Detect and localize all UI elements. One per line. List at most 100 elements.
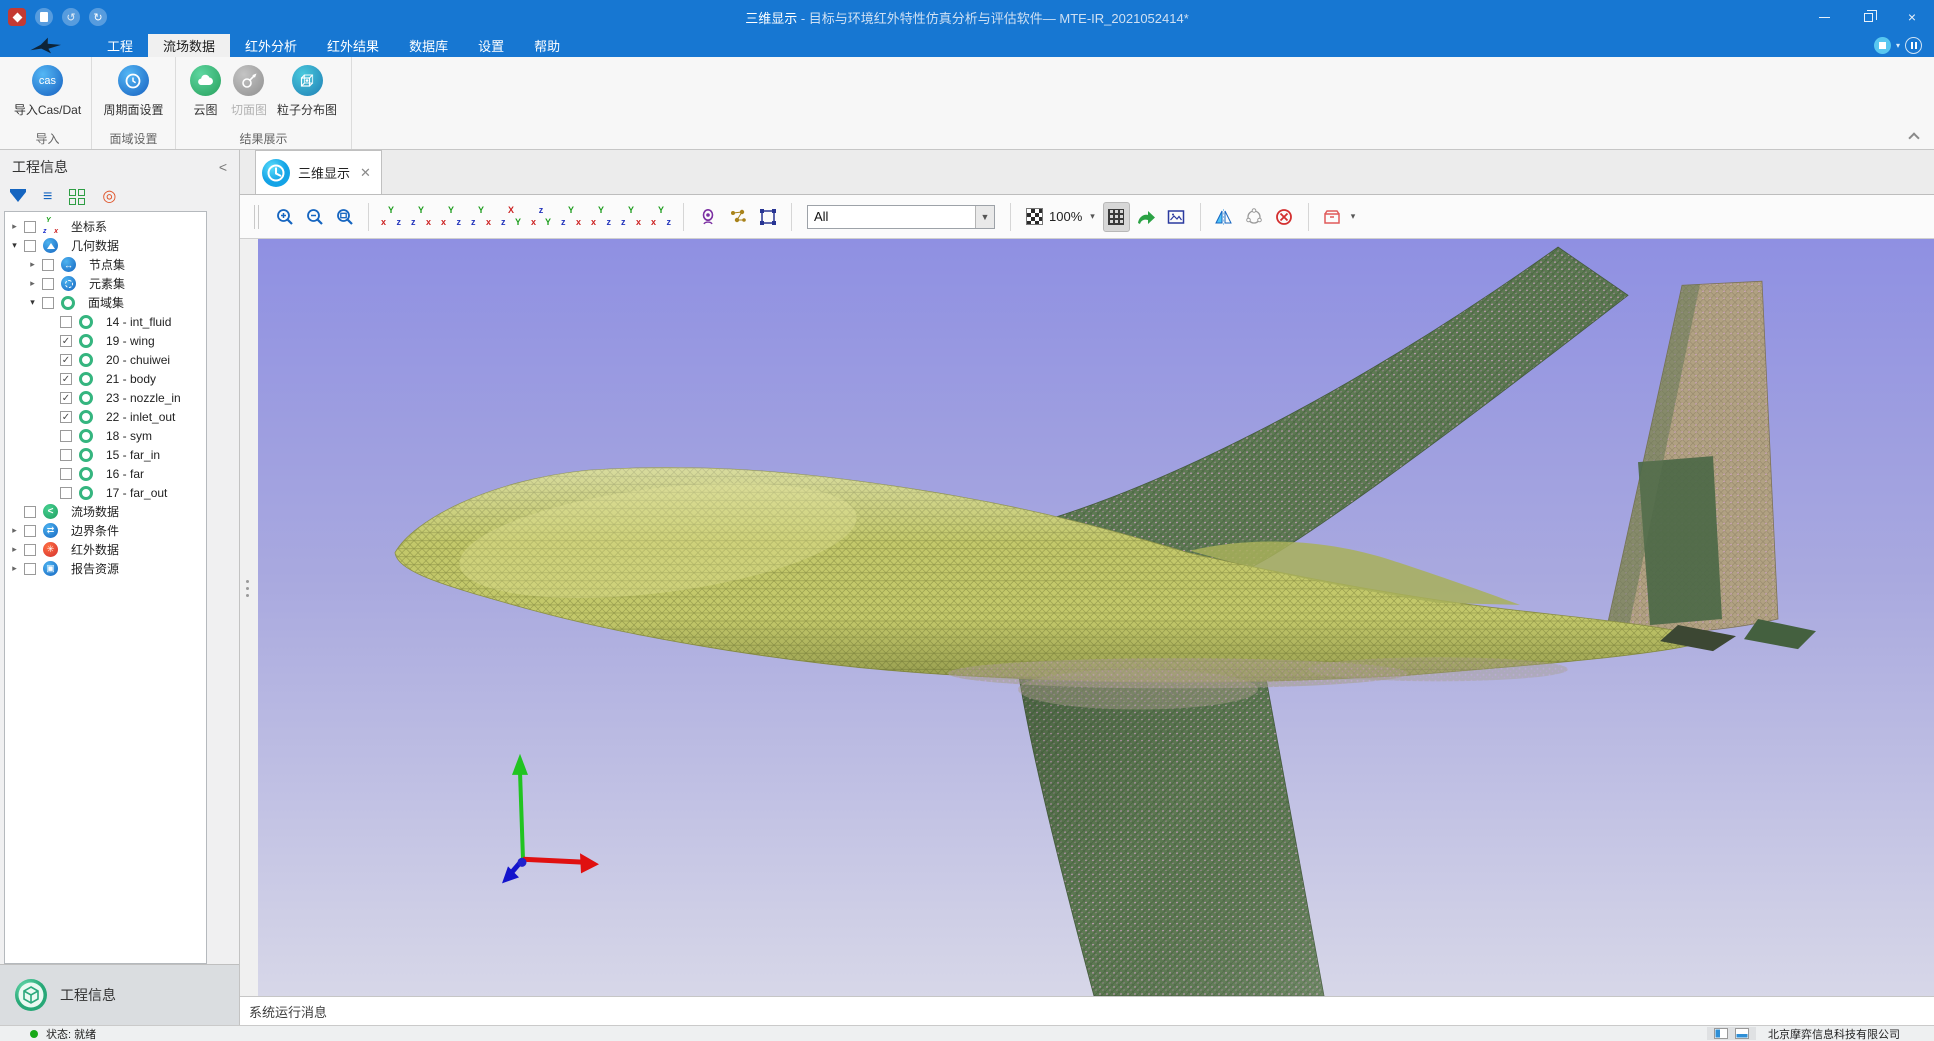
3d-viewport[interactable] [258,239,1934,996]
export-share-icon[interactable] [1133,202,1160,232]
grid-view-icon[interactable] [69,189,85,205]
view-bottom-icon[interactable]: zxY [529,206,553,227]
tree-expander-icon[interactable]: ▾ [9,240,20,251]
bottom-panel-layout-icon[interactable] [1735,1028,1749,1039]
menu-tab-4[interactable]: 数据库 [394,34,463,57]
tab-close-icon[interactable]: ✕ [360,165,371,181]
combo-dropdown-icon[interactable]: ▼ [975,206,994,228]
ring-select-icon[interactable] [1241,202,1268,232]
view-iso-1-icon[interactable]: Yzx [559,206,583,227]
tree-checkbox[interactable] [60,487,72,499]
cancel-icon[interactable] [1271,202,1298,232]
style-dropdown-icon[interactable]: ▾ [1896,41,1900,50]
tree-row[interactable]: 18 - sym [5,426,206,445]
tree-checkbox[interactable]: ✓ [60,411,72,423]
particle-trace-icon[interactable] [724,202,751,232]
snapshot-icon[interactable] [1163,202,1190,232]
close-button[interactable]: × [1890,0,1934,34]
redo-icon[interactable]: ↻ [89,8,107,26]
undo-icon[interactable]: ↺ [62,8,80,26]
tree-checkbox[interactable]: ✓ [60,373,72,385]
tree-row[interactable]: ✓19 - wing [5,331,206,350]
contour-cloud-button[interactable]: 云图 [185,65,226,118]
minimize-button[interactable] [1802,0,1846,34]
opacity-dropdown-icon[interactable]: ▾ [1090,211,1095,222]
tree-row[interactable]: ✓23 - nozzle_in [5,388,206,407]
tree-row[interactable]: ✓20 - chuiwei [5,350,206,369]
zoom-in-icon[interactable] [271,202,298,232]
bounding-box-icon[interactable] [754,202,781,232]
menu-tab-6[interactable]: 帮助 [519,34,575,57]
tree-expander-icon[interactable]: ▸ [9,563,20,574]
tree-row[interactable]: ▸元素集 [5,274,206,293]
splitter-handle[interactable] [246,580,249,597]
filter-icon[interactable] [10,192,26,202]
tree-row[interactable]: ✓21 - body [5,369,206,388]
tree-checkbox[interactable] [24,221,36,233]
tree-row[interactable]: ▸▣报告资源 [5,559,206,578]
tree-checkbox[interactable] [42,259,54,271]
tree-expander-icon[interactable]: ▸ [27,259,38,270]
toolbar-grip[interactable] [254,205,259,229]
tree-expander-icon[interactable]: ▸ [9,221,20,232]
view-back-icon[interactable]: Yzx [409,206,433,227]
tree-expander-icon[interactable]: ▸ [9,544,20,555]
tree-checkbox[interactable]: ✓ [60,392,72,404]
menu-tab-1[interactable]: 流场数据 [148,34,230,57]
menu-tab-0[interactable]: 工程 [92,34,148,57]
tree-row[interactable]: ▸✳红外数据 [5,540,206,559]
tab-3d-display[interactable]: 三维显示 ✕ [255,150,382,194]
new-document-icon[interactable] [35,8,53,26]
view-iso-4-icon[interactable]: Yxz [649,206,673,227]
import-cas-dat-button[interactable]: cas 导入Cas/Dat [9,65,86,118]
tree-row[interactable]: ✓22 - inlet_out [5,407,206,426]
mesh-grid-toggle[interactable] [1103,202,1130,232]
zoom-fit-icon[interactable] [331,202,358,232]
view-front-icon[interactable]: Yxz [379,206,403,227]
tree-row[interactable]: <流场数据 [5,502,206,521]
tree-expander-icon[interactable]: ▾ [27,297,38,308]
opacity-control[interactable]: 100% ▾ [1026,208,1095,225]
tree-checkbox[interactable] [60,449,72,461]
menu-tab-3[interactable]: 红外结果 [312,34,394,57]
project-info-tab-button[interactable]: 工程信息 [0,964,239,1025]
tree-checkbox[interactable] [42,278,54,290]
perspective-camera-icon[interactable] [694,202,721,232]
tree-checkbox[interactable]: ✓ [60,354,72,366]
tree-row[interactable]: 15 - far_in [5,445,206,464]
tree-row[interactable]: 16 - far [5,464,206,483]
outline-list-icon[interactable]: ≡ [43,191,52,203]
tree-checkbox[interactable]: ✓ [60,335,72,347]
package-icon[interactable] [1319,202,1346,232]
tree-checkbox[interactable] [60,316,72,328]
tree-checkbox[interactable] [24,563,36,575]
period-face-settings-button[interactable]: 周期面设置 [98,65,168,118]
view-iso-2-icon[interactable]: Yxz [589,206,613,227]
tree-checkbox[interactable] [24,525,36,537]
help-book-icon[interactable] [1905,37,1922,54]
menu-tab-5[interactable]: 设置 [463,34,519,57]
tree-checkbox[interactable] [60,468,72,480]
view-top-icon[interactable]: XzY [499,206,523,227]
view-right-icon[interactable]: Yzx [469,206,493,227]
mirror-icon[interactable] [1211,202,1238,232]
tree-row[interactable]: ▸Yzx坐标系 [5,217,206,236]
tree-row[interactable]: ▸⇄边界条件 [5,521,206,540]
view-iso-3-icon[interactable]: Yzx [619,206,643,227]
3d-scene[interactable] [258,239,1934,996]
tree-expander-icon[interactable]: ▸ [9,525,20,536]
tree-checkbox[interactable] [24,544,36,556]
left-panel-layout-icon[interactable] [1714,1028,1728,1039]
tree-expander-icon[interactable]: ▸ [27,278,38,289]
tree-checkbox[interactable] [24,506,36,518]
maximize-button[interactable] [1846,0,1890,34]
tree-checkbox[interactable] [60,430,72,442]
particle-distribution-button[interactable]: 粒子分布图 [272,65,342,118]
view-left-icon[interactable]: Yxz [439,206,463,227]
tree-row[interactable]: ▾几何数据 [5,236,206,255]
zoom-out-icon[interactable] [301,202,328,232]
menu-tab-2[interactable]: 红外分析 [230,34,312,57]
tree-row[interactable]: ▾面域集 [5,293,206,312]
tree-row[interactable]: ▸↔节点集 [5,255,206,274]
style-switch-icon[interactable] [1874,37,1891,54]
